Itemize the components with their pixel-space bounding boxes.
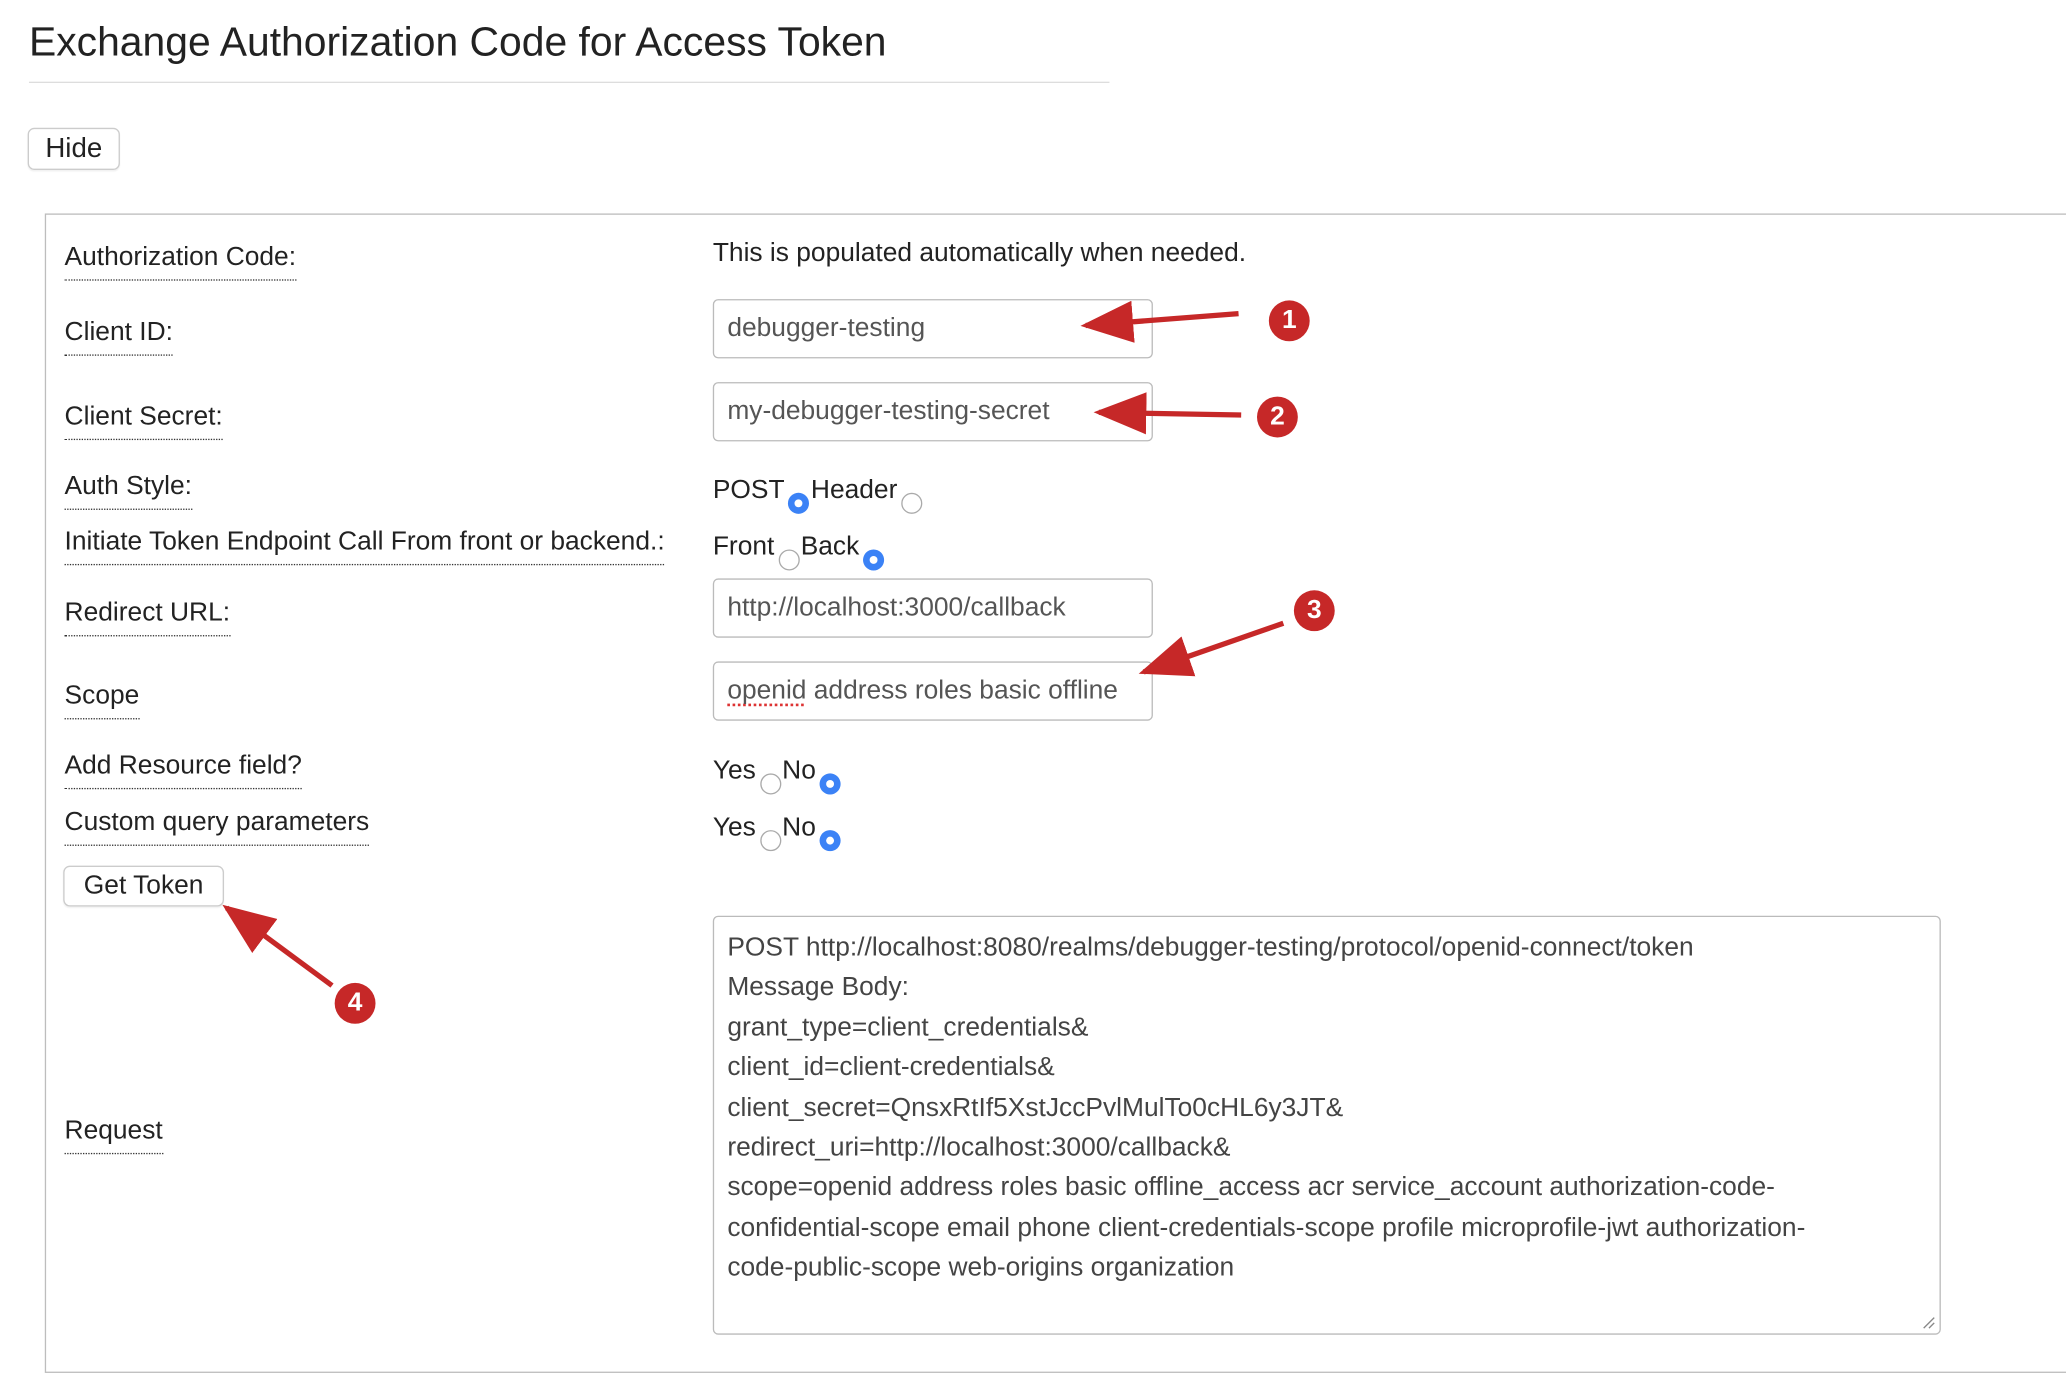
redirect-url-label: Redirect URL: [64,597,231,637]
hide-button[interactable]: Hide [27,127,120,170]
get-token-button[interactable]: Get Token [63,865,224,907]
scope-value-rest: address roles basic offline [806,675,1118,705]
page-title: Exchange Authorization Code for Access T… [28,18,887,65]
client-secret-input[interactable]: my-debugger-testing-secret [712,382,1153,442]
annotation-badge-2: 2 [1256,396,1298,438]
request-textarea[interactable]: POST http://localhost:8080/realms/debugg… [712,915,1941,1335]
resize-grip-icon[interactable] [1922,1316,1935,1329]
redirect-url-input[interactable]: http://localhost:3000/callback [712,578,1153,638]
client-id-input[interactable]: debugger-testing [712,299,1153,359]
auth-code-label: Authorization Code: [64,241,297,281]
page-content: Exchange Authorization Code for Access T… [0,0,2066,1391]
initiate-radio-group: Front Back [712,532,886,571]
custom-query-option-label: No [782,812,816,842]
auth-style-option-post[interactable]: POST [712,475,811,514]
client-secret-label: Client Secret: [64,401,223,441]
request-line: client_id=client-credentials& [727,1053,1055,1083]
request-line: Message Body: [727,972,909,1002]
annotation-badge-4: 4 [334,982,376,1024]
title-divider [28,81,1110,84]
request-line: redirect_uri=http://localhost:3000/callb… [727,1133,1231,1163]
resource-field-option-yes[interactable]: Yes [712,756,782,795]
radio-checked-icon[interactable] [863,549,885,571]
resource-field-option-label: Yes [712,756,756,786]
client-id-label: Client ID: [64,316,173,356]
request-line: grant_type=client_credentials& [727,1012,1089,1042]
initiate-option-label: Back [800,532,860,562]
initiate-label: Initiate Token Endpoint Call From front … [64,526,665,566]
page: Exchange Authorization Code for Access T… [0,0,2066,1392]
radio-unchecked-icon[interactable] [759,830,781,852]
request-line: code-public-scope web-origins organizati… [727,1253,1235,1283]
auth-style-option-header[interactable]: Header [810,475,924,514]
radio-unchecked-icon[interactable] [778,549,800,571]
initiate-option-front[interactable]: Front [712,532,801,571]
request-line: POST http://localhost:8080/realms/debugg… [727,932,1694,962]
custom-query-option-no[interactable]: No [782,812,842,852]
auth-code-note: This is populated automatically when nee… [712,238,1247,268]
resource-field-option-no[interactable]: No [782,756,842,795]
custom-query-radio-group: Yes No [712,812,842,852]
scope-input[interactable]: openid address roles basic offline [712,661,1153,721]
initiate-option-label: Front [712,532,775,562]
resource-field-radio-group: Yes No [712,756,842,795]
auth-style-option-label: POST [712,475,785,505]
radio-unchecked-icon[interactable] [901,492,923,514]
request-line: confidential-scope email phone client-cr… [727,1213,1806,1243]
initiate-option-back[interactable]: Back [800,532,886,571]
auth-style-label: Auth Style: [64,470,192,510]
resource-field-label: Add Resource field? [64,750,302,790]
custom-query-label: Custom query parameters [64,806,370,846]
annotation-badge-1: 1 [1268,300,1310,342]
request-line: scope=openid address roles basic offline… [727,1173,1775,1203]
annotation-badge-3: 3 [1293,590,1335,632]
custom-query-option-yes[interactable]: Yes [712,812,782,852]
radio-unchecked-icon[interactable] [759,773,781,795]
scope-value-first-word: openid [727,675,807,705]
resource-field-option-label: No [782,756,816,786]
scope-label: Scope [64,680,140,720]
request-line: client_secret=QnsxRtIf5XstJccPvlMulTo0cH… [727,1093,1344,1123]
request-label: Request [64,1115,163,1155]
auth-style-option-label: Header [810,475,898,505]
custom-query-option-label: Yes [712,812,756,842]
auth-style-radio-group: POST Header [712,475,924,514]
